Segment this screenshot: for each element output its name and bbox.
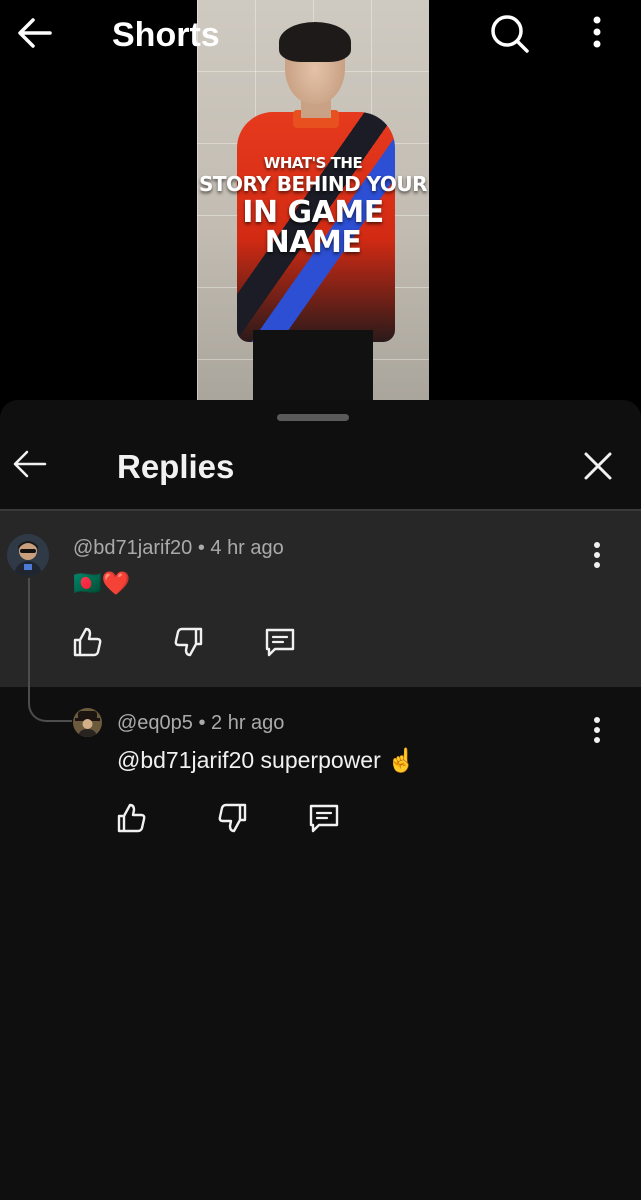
video-overlay-line3: IN GAME NAME: [242, 195, 384, 260]
more-vert-icon: [593, 16, 601, 48]
comment-meta: @bd71jarif20 • 4 hr ago: [73, 537, 284, 559]
search-icon: [491, 15, 529, 53]
thumbs-down-icon: [174, 627, 203, 657]
drag-handle[interactable]: [277, 414, 349, 421]
video-person-pants: [253, 330, 373, 410]
reply-text: @bd71jarif20 superpower ☝️: [117, 747, 416, 773]
thumbs-up-icon: [73, 627, 102, 657]
video-player[interactable]: WHAT'S THE STORY BEHIND YOUR IN GAME NAM…: [0, 0, 641, 410]
reply-more-button[interactable]: [584, 713, 610, 747]
like-button[interactable]: [70, 625, 104, 659]
avatar[interactable]: [73, 708, 102, 737]
close-button[interactable]: [578, 446, 618, 486]
thread-connector: [28, 578, 72, 722]
arrow-left-icon: [18, 18, 52, 48]
reply-button[interactable]: [263, 625, 297, 659]
more-vert-icon: [594, 542, 600, 568]
reply-reply-button[interactable]: [307, 801, 341, 835]
comment-icon: [265, 628, 295, 657]
page-title: Shorts: [112, 16, 220, 54]
video-overlay-line2: STORY BEHIND YOUR: [198, 172, 428, 196]
reply-meta: @eq0p5 • 2 hr ago: [117, 712, 285, 734]
more-vert-icon: [594, 717, 600, 743]
comment-more-button[interactable]: [584, 538, 610, 572]
video-overlay-line1: WHAT'S THE: [263, 154, 363, 172]
thumbs-up-icon: [117, 803, 146, 833]
search-button[interactable]: [486, 10, 532, 56]
thumbs-down-icon: [218, 803, 247, 833]
replies-back-button[interactable]: [10, 444, 50, 484]
dislike-button[interactable]: [172, 625, 206, 659]
arrow-left-icon: [13, 450, 47, 478]
replies-sheet: Replies @bd71jarif20 • 4 hr ago 🇧🇩❤️ @eq…: [0, 400, 641, 1200]
sheet-title: Replies: [117, 448, 235, 485]
back-button[interactable]: [14, 12, 56, 54]
comment-icon: [309, 804, 339, 833]
comment-text: 🇧🇩❤️: [73, 570, 131, 596]
reply-dislike-button[interactable]: [216, 801, 250, 835]
user-avatar-icon: [73, 708, 102, 737]
close-icon: [584, 452, 612, 480]
user-avatar-icon: [7, 534, 49, 576]
more-options-button[interactable]: [584, 12, 610, 54]
avatar[interactable]: [7, 534, 49, 576]
sheet-header: Replies: [0, 430, 641, 510]
reply-like-button[interactable]: [114, 801, 148, 835]
top-bar: Shorts: [0, 0, 641, 70]
